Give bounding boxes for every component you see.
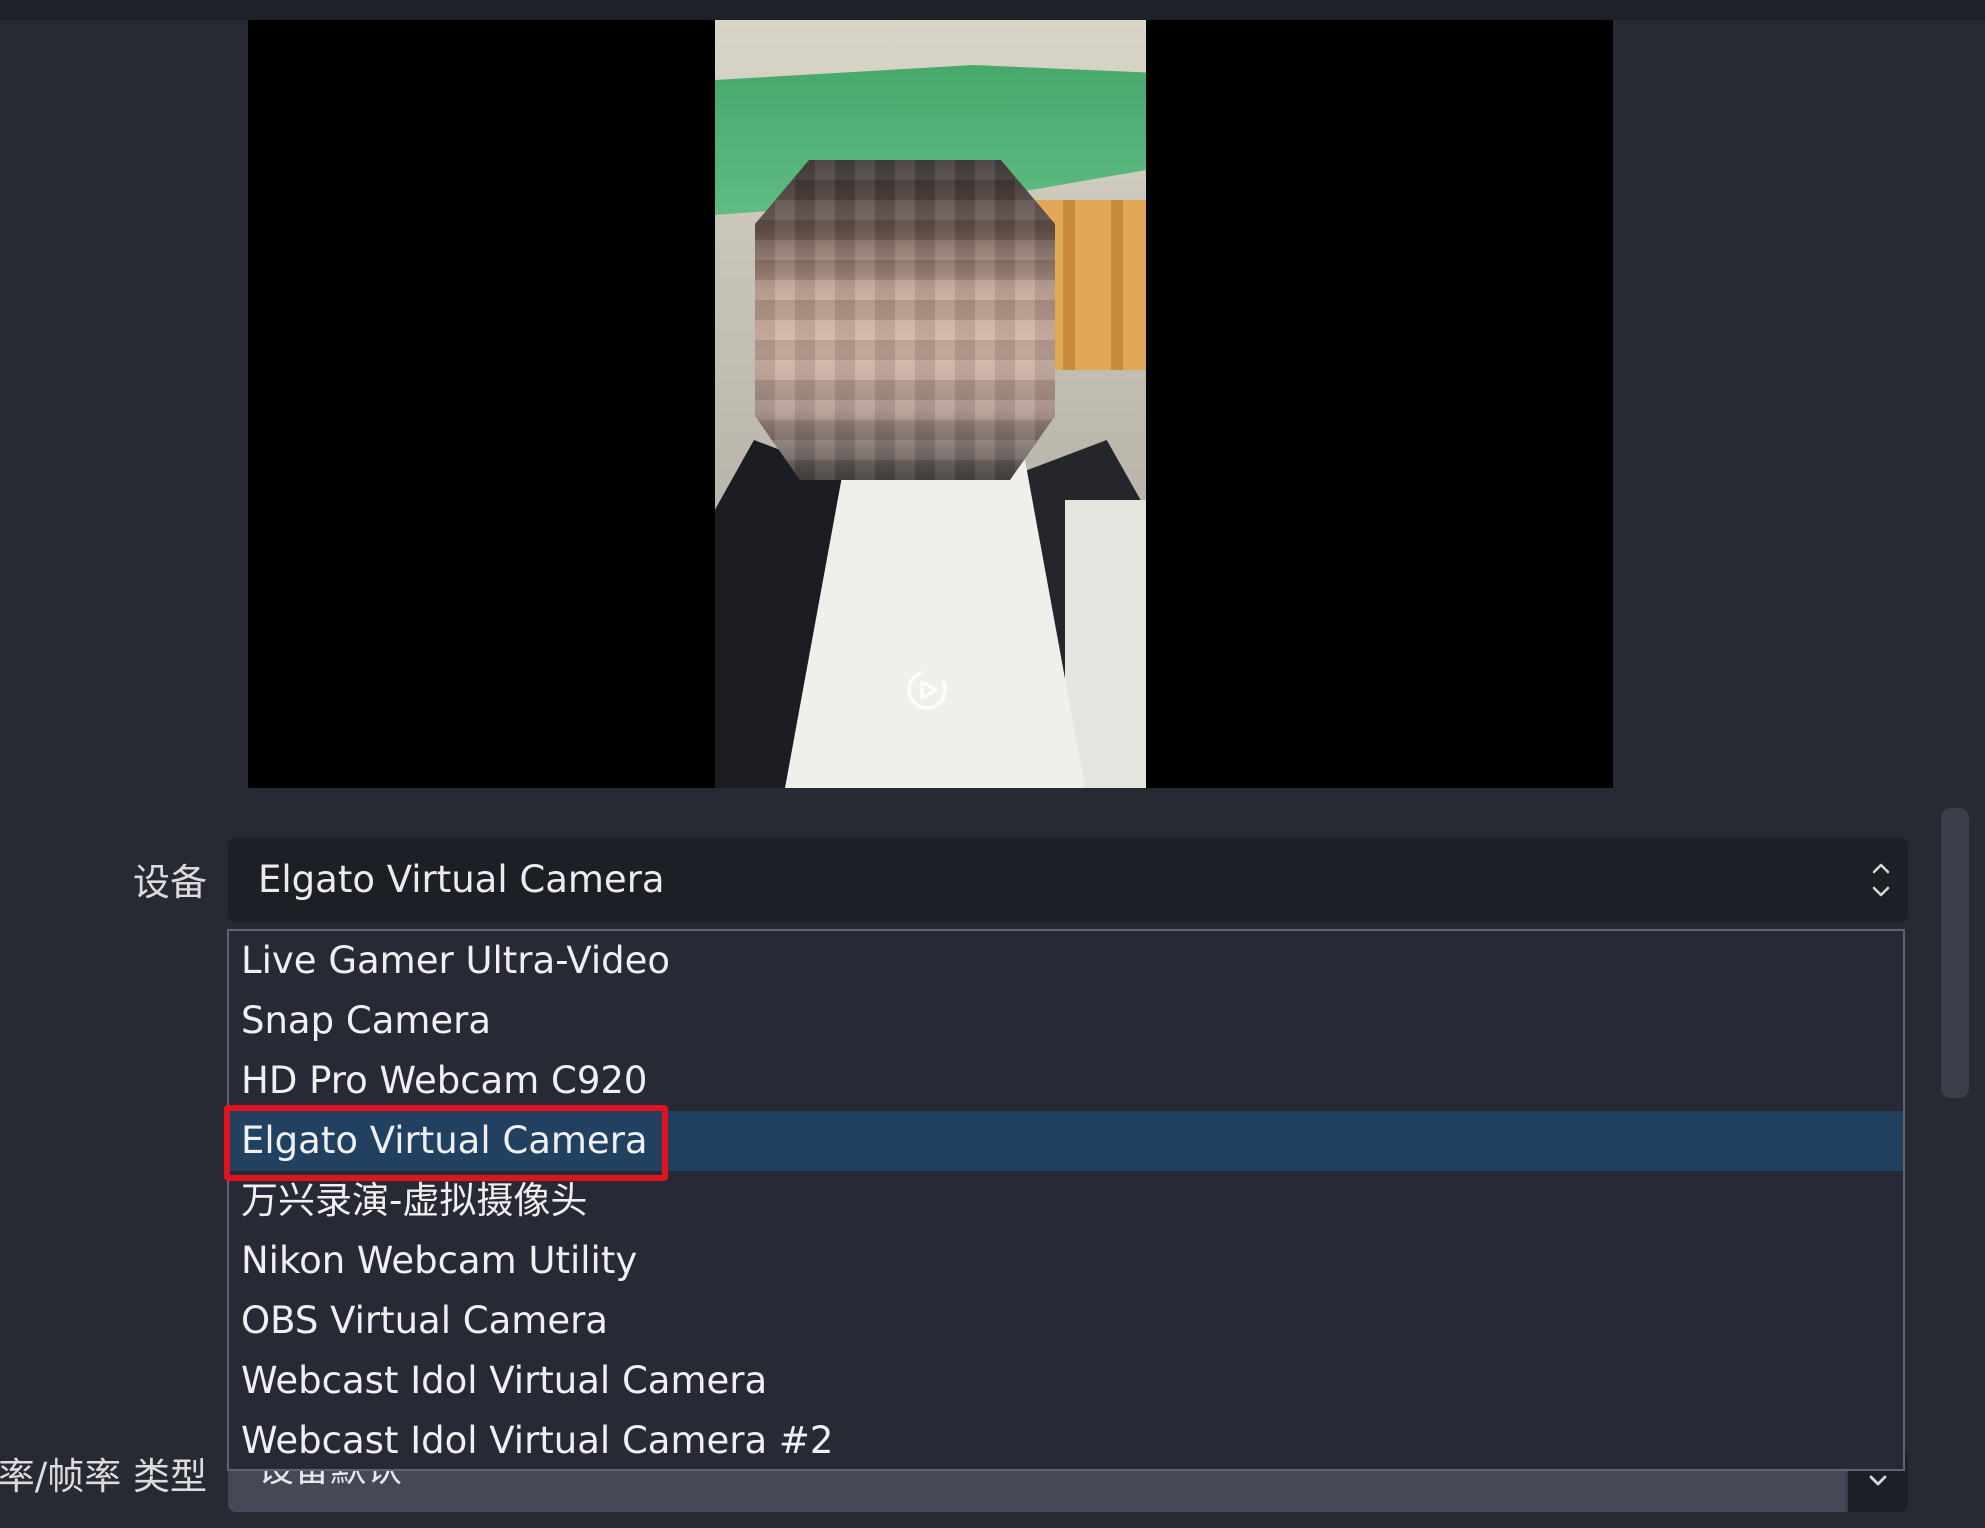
feed-sleeve xyxy=(1065,500,1146,788)
chevron-down-icon xyxy=(1869,1475,1887,1486)
device-select-value: Elgato Virtual Camera xyxy=(258,858,665,901)
dropdown-item[interactable]: Snap Camera xyxy=(229,991,1903,1051)
dropdown-item[interactable]: 万兴录演-虚拟摄像头 xyxy=(229,1171,1903,1231)
dropdown-item[interactable]: Elgato Virtual Camera xyxy=(229,1111,1903,1171)
device-dropdown-list[interactable]: Live Gamer Ultra-Video Snap Camera HD Pro … xyxy=(227,929,1905,1471)
preview-top-strip xyxy=(0,0,1985,20)
device-label: 设备 xyxy=(133,861,207,904)
dropdown-item[interactable]: Nikon Webcam Utility xyxy=(229,1231,1903,1291)
dropdown-item[interactable]: Webcast Idol Virtual Camera xyxy=(229,1351,1903,1411)
dropdown-item[interactable]: OBS Virtual Camera xyxy=(229,1291,1903,1351)
elgato-logo-icon xyxy=(907,670,947,710)
camera-feed xyxy=(715,20,1146,788)
pixelated-face xyxy=(755,160,1055,480)
up-down-chevron-icon xyxy=(1872,863,1890,897)
scrollbar-thumb[interactable] xyxy=(1941,808,1969,1098)
dropdown-item[interactable]: Webcast Idol Virtual Camera #2 xyxy=(229,1411,1903,1469)
device-select[interactable]: Elgato Virtual Camera xyxy=(228,838,1908,922)
resolution-fps-type-label: 率/帧率 类型 xyxy=(0,1455,207,1498)
dropdown-item[interactable]: HD Pro Webcam C920 xyxy=(229,1051,1903,1111)
dropdown-item[interactable]: Live Gamer Ultra-Video xyxy=(229,931,1903,991)
